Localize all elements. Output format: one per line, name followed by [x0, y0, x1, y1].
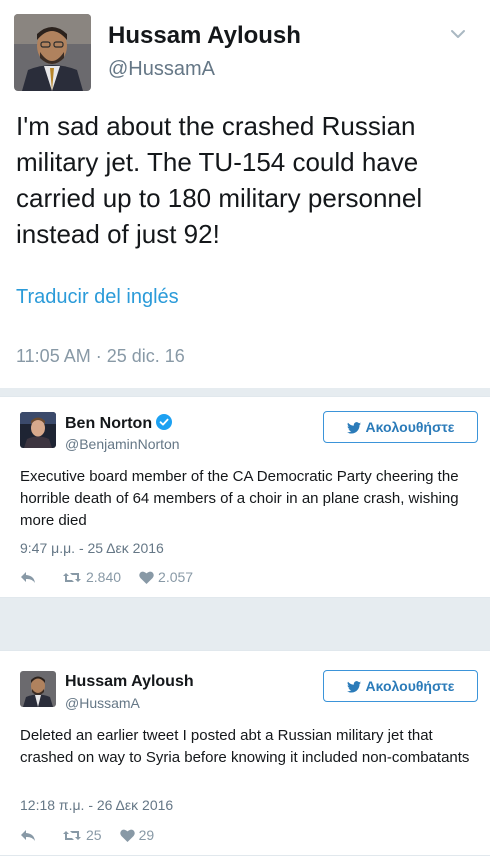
retweet-button[interactable]: 25	[62, 827, 102, 843]
heart-icon	[119, 829, 135, 842]
author-name[interactable]: Hussam Ayloush	[108, 22, 301, 50]
tweet-actions: 25 29	[20, 826, 154, 844]
author-name[interactable]: Ben Norton	[65, 414, 173, 433]
tweet-timestamp[interactable]: 12:18 π.μ. - 26 Δεκ 2016	[20, 797, 173, 813]
tweet-text: Deleted an earlier tweet I posted abt a …	[20, 727, 470, 766]
twitter-bird-icon	[346, 421, 361, 434]
verified-icon	[156, 414, 173, 430]
follow-button[interactable]: Ακολουθήστε	[323, 670, 478, 702]
follow-button[interactable]: Ακολουθήστε	[323, 411, 478, 443]
divider	[0, 598, 490, 650]
author-handle[interactable]: @HussamA	[108, 58, 215, 81]
like-button[interactable]: 29	[119, 827, 155, 843]
translate-link[interactable]: Traducir del inglés	[16, 286, 179, 309]
main-tweet: Hussam Ayloush @HussamA I'm sad about th…	[0, 0, 490, 388]
retweet-button[interactable]: 2.840	[62, 569, 121, 585]
tweet-actions: 2.840 2.057	[20, 568, 193, 586]
author-handle[interactable]: @HussamA	[65, 695, 140, 711]
retweet-count: 2.840	[86, 569, 122, 585]
chevron-down-icon[interactable]	[448, 26, 468, 42]
retweet-icon	[63, 830, 81, 840]
retweet-count: 25	[86, 827, 102, 843]
follow-label: Ακολουθήστε	[365, 678, 455, 694]
heart-icon	[139, 571, 154, 584]
avatar[interactable]	[20, 412, 56, 448]
tweet-text: I'm sad about the crashed Russian milita…	[16, 111, 423, 249]
like-button[interactable]: 2.057	[139, 569, 193, 585]
avatar[interactable]	[20, 671, 56, 707]
author-name[interactable]: Hussam Ayloush	[65, 673, 194, 691]
embedded-tweet-card: Ben Norton @BenjaminNorton Ακολουθήστε E…	[0, 396, 490, 598]
like-count: 2.057	[158, 569, 194, 585]
twitter-bird-icon	[346, 680, 361, 693]
tweet-text: Executive board member of the CA Democra…	[20, 468, 459, 529]
retweet-icon	[63, 572, 81, 582]
avatar[interactable]	[14, 14, 91, 91]
follow-label: Ακολουθήστε	[365, 419, 455, 435]
embedded-tweet-card: Hussam Ayloush @HussamA Ακολουθήστε Dele…	[0, 650, 490, 856]
author-handle[interactable]: @BenjaminNorton	[65, 436, 180, 452]
tweet-timestamp[interactable]: 11:05 AM · 25 dic. 16	[16, 346, 185, 367]
reply-icon[interactable]	[20, 829, 36, 842]
like-count: 29	[138, 827, 155, 843]
tweet-timestamp[interactable]: 9:47 μ.μ. - 25 Δεκ 2016	[20, 540, 164, 556]
reply-icon[interactable]	[20, 571, 36, 584]
